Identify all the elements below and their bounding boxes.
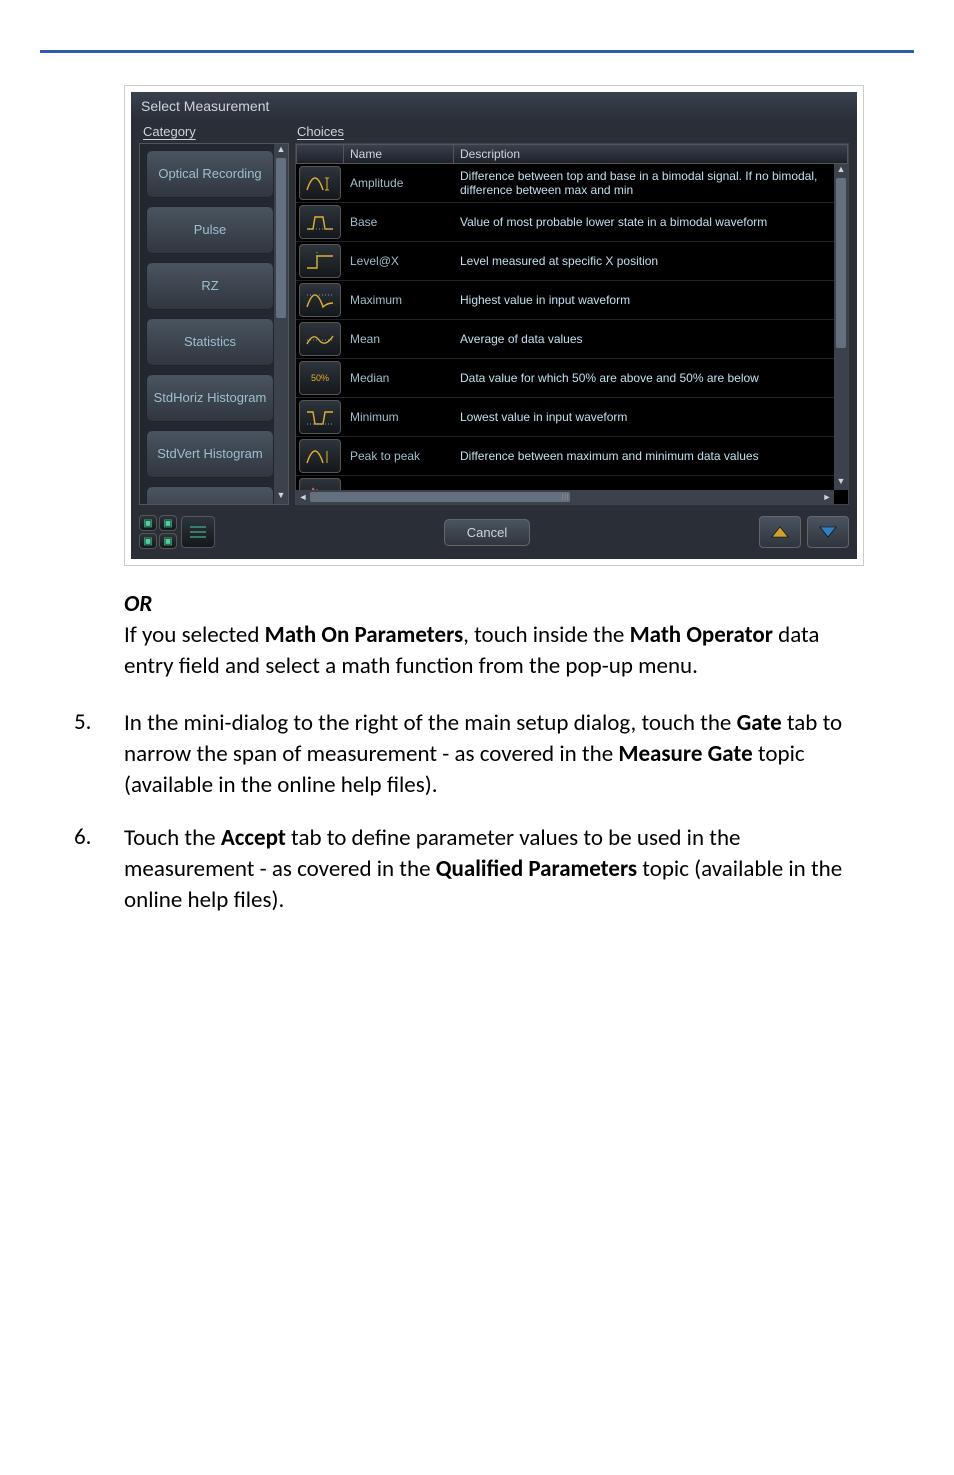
scroll-up-icon[interactable]: ▲ <box>834 164 848 178</box>
top-rule <box>40 50 914 53</box>
category-scrollbar[interactable]: ▲ ▼ <box>274 144 288 504</box>
cell-desc: Highest value in input waveform <box>454 281 848 319</box>
grid-header-icon <box>296 144 344 164</box>
base-icon <box>299 205 341 239</box>
view-thumb-4[interactable]: ▣ <box>159 533 177 549</box>
cell-name: Minimum <box>344 398 454 436</box>
or-heading: OR <box>124 590 914 618</box>
grid-body: Amplitude Difference between top and bas… <box>296 164 848 505</box>
levelx-icon <box>299 244 341 278</box>
view-thumb-2[interactable]: ▣ <box>159 515 177 531</box>
select-measurement-dialog-figure: Select Measurement Category Optical Reco… <box>124 85 864 566</box>
text-bold: Accept <box>221 824 286 852</box>
grid-vertical-scrollbar[interactable]: ▲ ▼ <box>834 164 848 490</box>
scroll-left-icon[interactable]: ◄ <box>296 490 310 504</box>
cell-desc: Level measured at specific X position <box>454 242 848 280</box>
choices-header: Choices <box>295 124 849 143</box>
cell-name: Peak to peak <box>344 437 454 475</box>
nav-up-button[interactable] <box>759 516 801 548</box>
scroll-thumb[interactable] <box>276 158 286 318</box>
cancel-button[interactable]: Cancel <box>444 519 530 546</box>
cell-name: Level@X <box>344 242 454 280</box>
hscroll-grip-icon: III <box>561 492 569 502</box>
text-bold: Math On Parameters <box>265 621 464 649</box>
table-row[interactable]: Minimum Lowest value in input waveform <box>296 398 848 437</box>
category-vertical[interactable]: Vertical <box>146 486 274 505</box>
category-optical-recording[interactable]: Optical Recording <box>146 150 274 198</box>
view-thumb-1[interactable]: ▣ <box>139 515 157 531</box>
category-header: Category <box>139 124 289 143</box>
view-thumb-3[interactable]: ▣ <box>139 533 157 549</box>
dialog-title: Select Measurement <box>131 92 857 120</box>
cell-name: Base <box>344 203 454 241</box>
cell-desc: Value of most probable lower state in a … <box>454 203 848 241</box>
grid-header-name: Name <box>344 144 454 164</box>
step-6: 6. Touch the Accept tab to define parame… <box>74 823 854 916</box>
table-row[interactable]: Level@X Level measured at specific X pos… <box>296 242 848 281</box>
text-bold: Qualified Parameters <box>436 855 637 883</box>
category-rz[interactable]: RZ <box>146 262 274 310</box>
scroll-up-icon[interactable]: ▲ <box>274 144 288 158</box>
text-bold: Gate <box>737 709 782 737</box>
peak-to-peak-icon <box>299 439 341 473</box>
grid-header-description: Description <box>454 144 848 164</box>
mean-icon <box>299 322 341 356</box>
table-row[interactable]: Peak to peak Difference between maximum … <box>296 437 848 476</box>
table-row[interactable]: Amplitude Difference between top and bas… <box>296 164 848 203</box>
select-measurement-dialog: Select Measurement Category Optical Reco… <box>131 92 857 559</box>
table-row[interactable]: 50% Median Data value for which 50% are … <box>296 359 848 398</box>
category-stdvert-histogram[interactable]: StdVert Histogram <box>146 430 274 478</box>
category-stdhoriz-histogram[interactable]: StdHoriz Histogram <box>146 374 274 422</box>
scroll-down-icon[interactable]: ▼ <box>834 476 848 490</box>
step-text: Touch the Accept tab to define parameter… <box>124 823 854 916</box>
view-list-button[interactable] <box>181 516 215 548</box>
minimum-icon <box>299 400 341 434</box>
amplitude-icon <box>299 166 341 200</box>
text-bold: Math Operator <box>630 621 773 649</box>
category-pulse[interactable]: Pulse <box>146 206 274 254</box>
step-number: 6. <box>74 823 124 916</box>
cell-name: Median <box>344 359 454 397</box>
scroll-thumb[interactable] <box>310 492 570 502</box>
dialog-footer: ▣ ▣ ▣ ▣ Cancel <box>131 509 857 559</box>
median-label: 50% <box>311 373 329 383</box>
cell-desc: Data value for which 50% are above and 5… <box>454 359 848 397</box>
step-number: 5. <box>74 708 124 801</box>
median-icon: 50% <box>299 361 341 395</box>
cell-name: Amplitude <box>344 164 454 202</box>
cell-desc: Lowest value in input waveform <box>454 398 848 436</box>
maximum-icon <box>299 283 341 317</box>
table-row[interactable]: Mean Average of data values <box>296 320 848 359</box>
table-row[interactable]: Base Value of most probable lower state … <box>296 203 848 242</box>
cell-desc: Average of data values <box>454 320 848 358</box>
step-5: 5. In the mini-dialog to the right of th… <box>74 708 854 801</box>
text-fragment: In the mini-dialog to the right of the m… <box>124 709 737 737</box>
scroll-thumb[interactable] <box>836 178 846 348</box>
table-row[interactable]: Maximum Highest value in input waveform <box>296 281 848 320</box>
cell-desc: Difference between top and base in a bim… <box>454 164 848 202</box>
cell-desc: Difference between maximum and minimum d… <box>454 437 848 475</box>
text-bold: Measure Gate <box>618 740 752 768</box>
text-fragment: , touch inside the <box>463 621 629 649</box>
or-body: If you selected Math On Parameters, touc… <box>124 620 854 682</box>
grid-horizontal-scrollbar[interactable]: ◄ III ► <box>296 490 834 504</box>
cell-name: Maximum <box>344 281 454 319</box>
step-text: In the mini-dialog to the right of the m… <box>124 708 854 801</box>
nav-down-button[interactable] <box>807 516 849 548</box>
grid-header-row: Name Description <box>296 144 848 164</box>
scroll-right-icon[interactable]: ► <box>820 490 834 504</box>
category-statistics[interactable]: Statistics <box>146 318 274 366</box>
category-list: Optical Recording Pulse RZ Statistics St… <box>139 143 289 505</box>
text-fragment: Touch the <box>124 824 221 852</box>
cell-name: Mean <box>344 320 454 358</box>
scroll-down-icon[interactable]: ▼ <box>274 490 288 504</box>
text-fragment: If you selected <box>124 621 265 649</box>
choices-grid: Name Description Amplitude Difference be… <box>295 143 849 505</box>
